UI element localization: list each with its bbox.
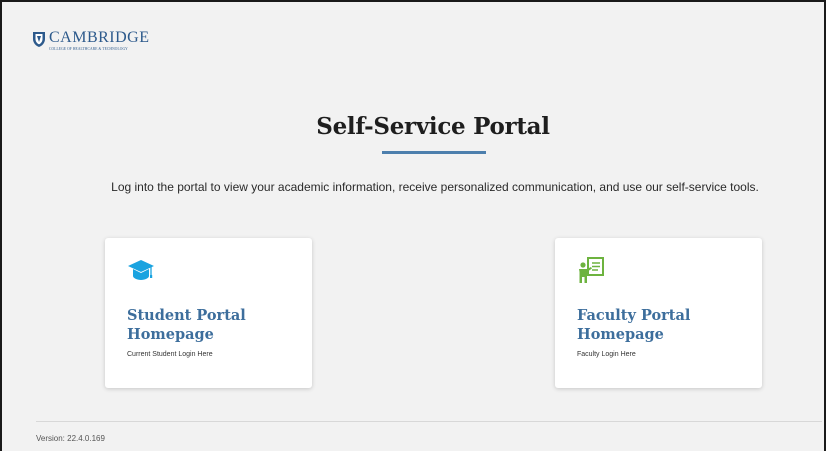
shield-logo-icon	[33, 32, 45, 47]
brand-tagline: COLLEGE OF HEALTHCARE & TECHNOLOGY	[49, 47, 128, 51]
student-portal-subtitle: Current Student Login Here	[127, 351, 213, 358]
page-frame: CAMBRIDGE COLLEGE OF HEALTHCARE & TECHNO…	[0, 0, 826, 451]
faculty-portal-subtitle: Faculty Login Here	[577, 351, 636, 358]
footer-divider	[36, 421, 822, 422]
brand-name: CAMBRIDGE	[49, 29, 150, 46]
faculty-portal-title[interactable]: Faculty Portal Homepage	[577, 306, 747, 344]
intro-text: Log into the portal to view your academi…	[111, 180, 759, 194]
page-title: Self-Service Portal	[316, 113, 550, 140]
student-portal-card[interactable]: Student Portal Homepage Current Student …	[105, 238, 312, 388]
cambridge-logo[interactable]: CAMBRIDGE COLLEGE OF HEALTHCARE & TECHNO…	[32, 30, 150, 51]
teacher-presentation-icon	[579, 257, 604, 283]
faculty-portal-card[interactable]: Faculty Portal Homepage Faculty Login He…	[555, 238, 762, 388]
version-label: Version: 22.4.0.169	[36, 434, 105, 443]
student-portal-title[interactable]: Student Portal Homepage	[127, 306, 297, 344]
graduation-cap-icon	[128, 260, 154, 280]
title-underline	[382, 151, 486, 154]
